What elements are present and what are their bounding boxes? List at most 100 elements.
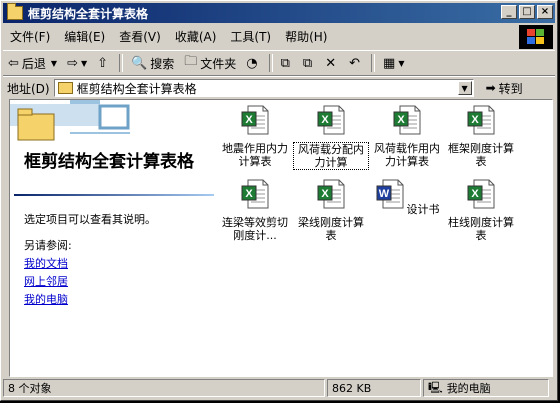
search-button[interactable]: 🔍 搜索 [126, 52, 179, 74]
windows-logo-icon [519, 25, 553, 49]
file-item[interactable]: X 框架刚度计算表 [443, 104, 519, 168]
file-item[interactable]: X 连梁等效剪切刚度计... [217, 178, 293, 242]
search-icon: 🔍 [131, 55, 148, 71]
excel-spreadsheet-icon: X [467, 179, 495, 209]
folder-view[interactable]: 框剪结构全套计算表格 选定项目可以查看其说明。 另请参阅: 我的文档 网上邻居 … [9, 99, 553, 377]
web-view-pane: 框剪结构全套计算表格 选定项目可以查看其说明。 另请参阅: 我的文档 网上邻居 … [10, 100, 215, 376]
up-folder-button[interactable]: ⇧ [92, 52, 116, 74]
svg-text:X: X [471, 188, 479, 200]
toolbar-separator [371, 54, 376, 72]
file-name: 设计书 [406, 203, 440, 216]
views-icon: ▦ [383, 55, 396, 71]
folders-button[interactable]: 🗀 文件夹 [179, 52, 241, 74]
status-location-label: 我的电脑 [446, 382, 491, 395]
close-button[interactable]: × [537, 5, 553, 19]
go-label: 转到 [498, 81, 523, 96]
menu-file[interactable]: 文件(F) [3, 28, 57, 45]
folders-label: 文件夹 [200, 56, 237, 71]
file-item[interactable]: X 地震作用内力计算表 [217, 104, 293, 168]
go-arrow-icon: ➡ [485, 81, 496, 95]
menu-view[interactable]: 查看(V) [112, 28, 168, 45]
copy-to-icon: ⧉ [302, 55, 313, 71]
file-item[interactable]: X 风荷载分配内力计算 [293, 104, 369, 170]
svg-text:X: X [245, 188, 253, 200]
explorer-window: 框剪结构全套计算表格 _ □ × 文件(F) 编辑(E) 查看(V) 收藏(A)… [0, 0, 558, 401]
excel-spreadsheet-icon: X [241, 179, 269, 209]
delete-button[interactable]: ✕ [320, 52, 344, 74]
excel-spreadsheet-icon: X [317, 105, 345, 135]
move-to-icon: ⧉ [280, 55, 290, 71]
back-dropdown-icon[interactable]: ▼ [51, 59, 57, 68]
file-name: 柱线刚度计算表 [448, 216, 514, 242]
address-value: 框剪结构全套计算表格 [76, 81, 197, 96]
up-folder-icon: ⇧ [97, 55, 109, 71]
file-name: 框架刚度计算表 [448, 142, 514, 168]
menu-edit[interactable]: 编辑(E) [57, 28, 112, 45]
file-item[interactable]: X 梁线刚度计算表 [293, 178, 369, 242]
history-icon: ◔ [246, 55, 258, 71]
toolbar: ⇦ 后退 ▼ ⇨ ▼ ⇧ 🔍 搜索 🗀 文件夹 ◔ ⧉ ⧉ ✕ ↶ ▦ ▼ [3, 50, 555, 76]
svg-text:X: X [245, 114, 253, 126]
excel-spreadsheet-icon: X [393, 105, 421, 135]
back-label: 后退 [21, 56, 46, 71]
svg-text:X: X [471, 114, 479, 126]
menu-favorites[interactable]: 收藏(A) [168, 28, 224, 45]
undo-icon: ↶ [349, 55, 361, 71]
menu-tools[interactable]: 工具(T) [223, 28, 278, 45]
svg-text:X: X [321, 188, 329, 200]
copy-to-button[interactable]: ⧉ [298, 52, 320, 74]
file-name: 风荷载作用内力计算表 [374, 142, 440, 168]
link-my-computer[interactable]: 我的电脑 [24, 291, 68, 307]
views-dropdown-icon[interactable]: ▼ [398, 59, 404, 68]
file-item[interactable]: W 设计书 [369, 178, 445, 216]
excel-spreadsheet-icon: X [467, 105, 495, 135]
forward-dropdown-icon[interactable]: ▼ [81, 59, 87, 68]
link-my-documents[interactable]: 我的文档 [24, 255, 68, 271]
history-button[interactable]: ◔ [241, 52, 265, 74]
file-name: 梁线刚度计算表 [298, 216, 364, 242]
minimize-button[interactable]: _ [501, 5, 517, 19]
move-to-button[interactable]: ⧉ [276, 52, 298, 74]
back-arrow-icon: ⇦ [8, 55, 19, 71]
selection-hint: 选定项目可以查看其说明。 [24, 213, 156, 226]
folder-banner-icon [10, 100, 130, 141]
go-button[interactable]: ➡ 转到 [486, 80, 523, 97]
views-button[interactable]: ▦ ▼ [378, 52, 409, 74]
toolbar-separator [119, 54, 124, 72]
svg-text:W: W [378, 188, 389, 200]
svg-text:X: X [321, 114, 329, 126]
title-divider [14, 194, 214, 196]
file-name: 地震作用内力计算表 [222, 142, 288, 168]
folder-icon [57, 82, 73, 94]
status-size: 862 KB [327, 379, 421, 397]
address-input[interactable]: 框剪结构全套计算表格 ▼ [53, 79, 474, 97]
file-name: 风荷载分配内力计算 [293, 142, 369, 170]
back-button[interactable]: ⇦ 后退 ▼ [3, 52, 62, 74]
folders-icon: 🗀 [184, 54, 198, 69]
folder-icon [7, 3, 23, 20]
word-document-icon: W [376, 179, 403, 209]
title-bar[interactable]: 框剪结构全套计算表格 _ □ × [3, 3, 555, 23]
undo-button[interactable]: ↶ [344, 52, 368, 74]
maximize-button[interactable]: □ [519, 5, 535, 19]
see-also-label: 另请参阅: [24, 239, 72, 252]
computer-icon: 🖳 [428, 380, 443, 394]
status-bar: 8 个对象 862 KB 🖳 我的电脑 [3, 379, 555, 399]
menu-help[interactable]: 帮助(H) [278, 28, 334, 45]
file-item[interactable]: X 风荷载作用内力计算表 [369, 104, 445, 168]
search-label: 搜索 [150, 56, 175, 71]
link-network-places[interactable]: 网上邻居 [24, 273, 68, 289]
svg-text:X: X [397, 114, 405, 126]
window-title: 框剪结构全套计算表格 [28, 6, 149, 21]
menu-bar: 文件(F) 编辑(E) 查看(V) 收藏(A) 工具(T) 帮助(H) [3, 25, 513, 47]
page-title: 框剪结构全套计算表格 [24, 152, 194, 172]
excel-spreadsheet-icon: X [241, 105, 269, 135]
file-item[interactable]: X 柱线刚度计算表 [443, 178, 519, 242]
forward-button[interactable]: ⇨ ▼ [62, 52, 92, 74]
forward-arrow-icon: ⇨ [67, 55, 78, 71]
address-label: 地址(D) [7, 81, 50, 96]
address-bar: 地址(D) 框剪结构全套计算表格 ▼ ➡ 转到 [3, 76, 555, 99]
toolbar-separator [268, 54, 273, 72]
address-dropdown-icon[interactable]: ▼ [457, 81, 472, 95]
status-object-count: 8 个对象 [3, 379, 325, 397]
